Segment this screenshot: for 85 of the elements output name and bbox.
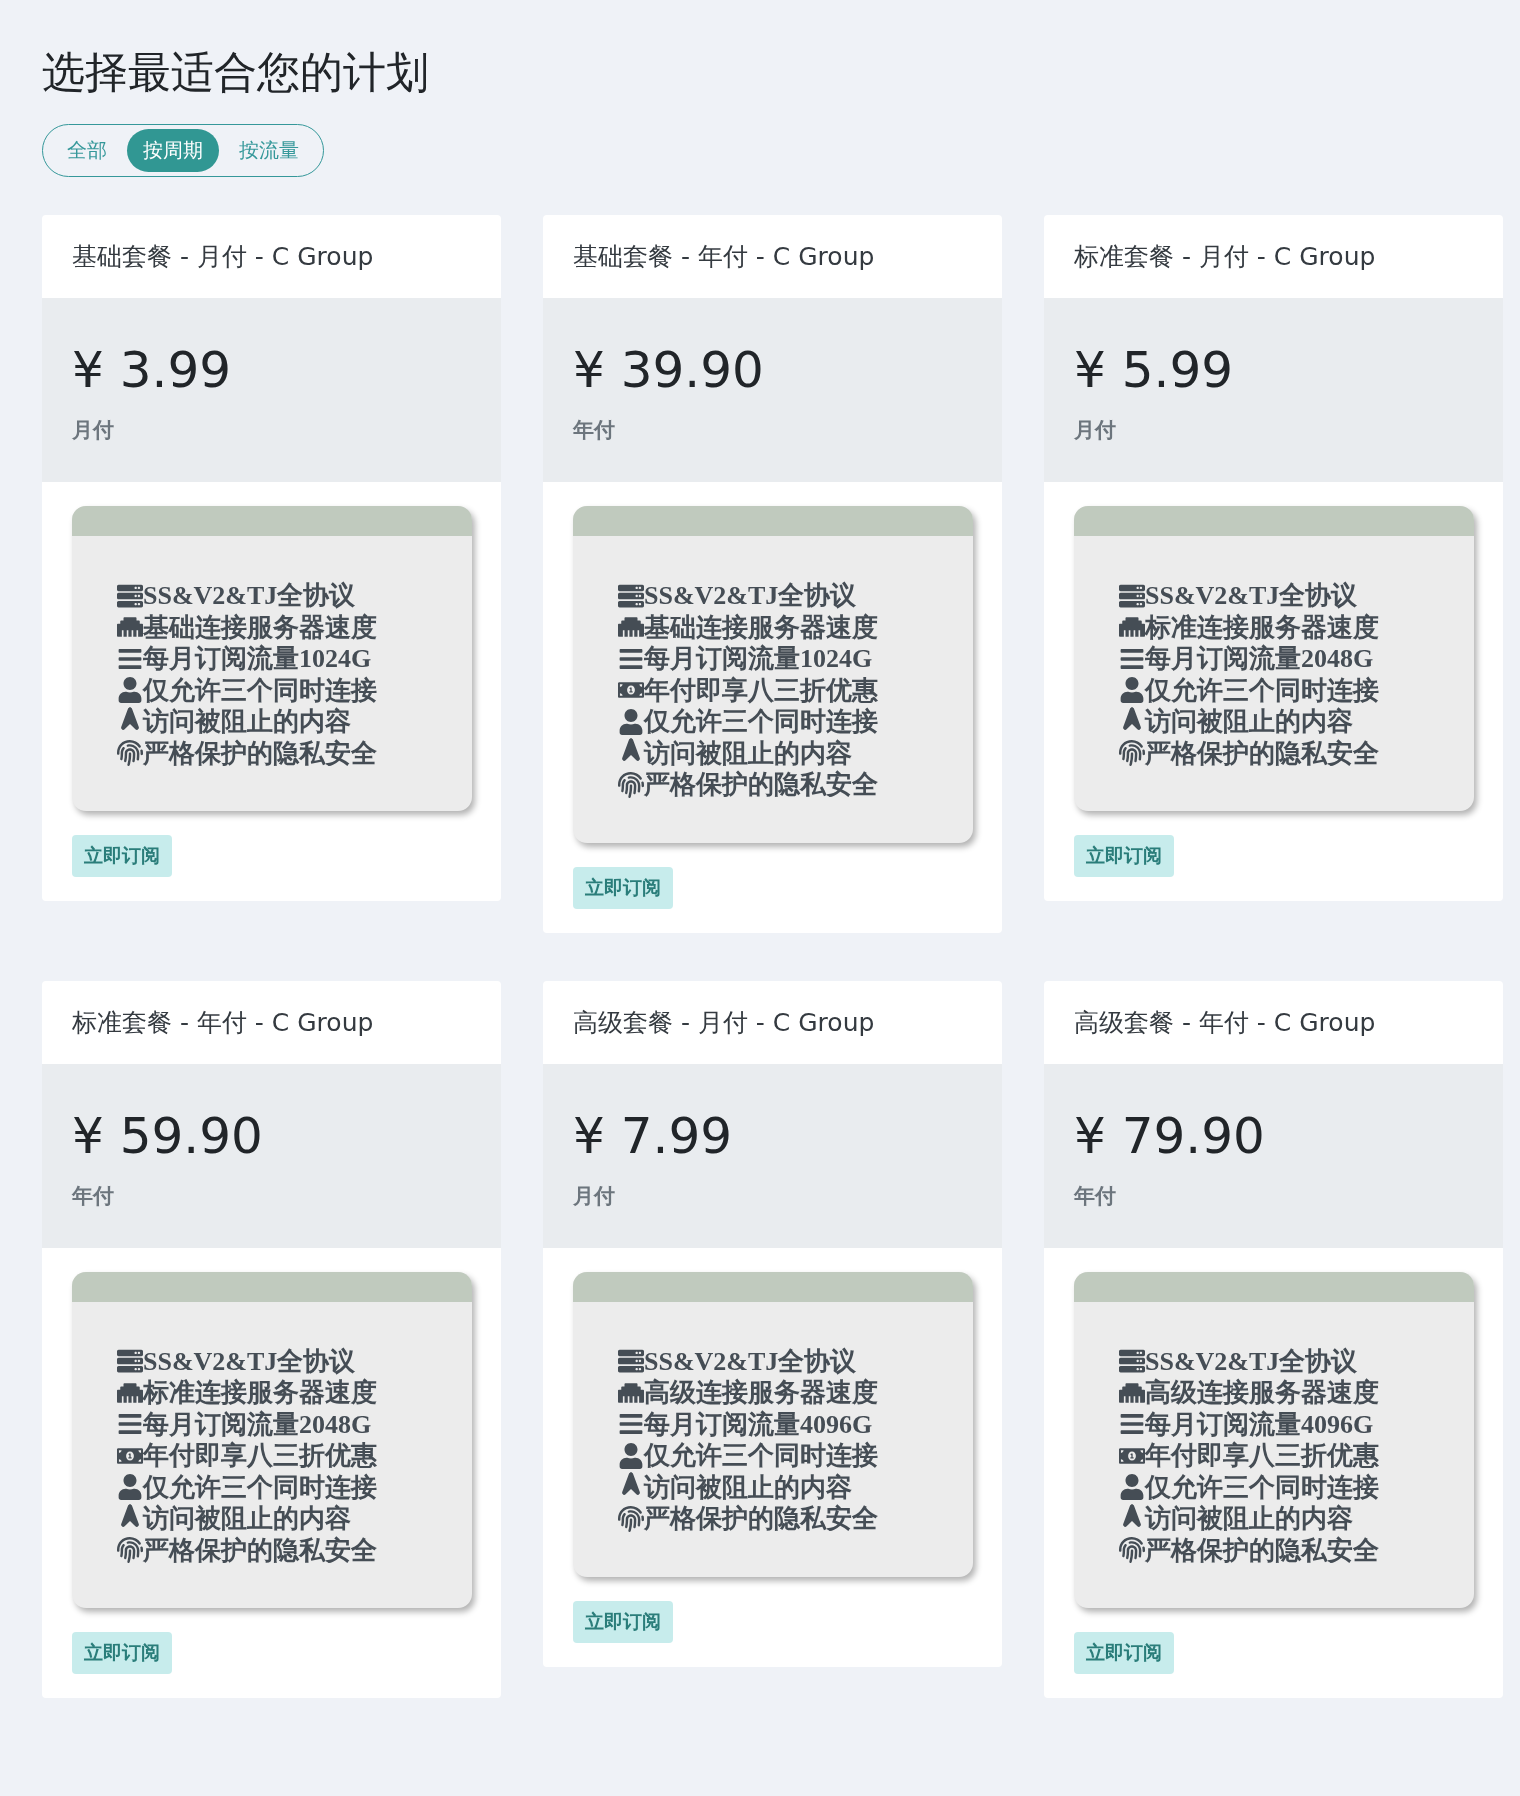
feature-text: 高级连接服务器速度 — [644, 1377, 878, 1409]
feature-text: 仅允许三个同时连接 — [1145, 1471, 1379, 1503]
billing-period: 月付 — [72, 417, 115, 444]
subscribe-button[interactable]: 立即订阅 — [1074, 1632, 1174, 1674]
feature-text: 年付即享八三折优惠 — [143, 1440, 377, 1472]
feature-text: SS&V2&TJ全协议 — [143, 1345, 356, 1377]
subscribe-button[interactable]: 立即订阅 — [72, 1632, 172, 1674]
plan-name: 基础套餐 - 年付 - C Group — [573, 241, 875, 273]
plan-price: ¥ 5.99 — [1074, 343, 1235, 398]
filter-tab[interactable]: 按周期 — [127, 129, 219, 172]
feature-text: SS&V2&TJ全协议 — [644, 1345, 857, 1377]
feature-text: 访问被阻止的内容 — [1145, 1503, 1353, 1535]
feature-text: 严格保护的隐私安全 — [644, 769, 878, 801]
plan-price: ¥ 7.99 — [573, 1108, 734, 1164]
fingerprint-icon — [1119, 1537, 1145, 1564]
filter-tab[interactable]: 全部 — [51, 129, 123, 172]
feature-text: 高级连接服务器速度 — [1145, 1377, 1379, 1409]
feature-text: 访问被阻止的内容 — [143, 706, 351, 738]
subscribe-button[interactable]: 立即订阅 — [573, 1600, 673, 1643]
feature-text: 标准连接服务器速度 — [143, 1377, 377, 1409]
feature-text: 每月订阅流量4096G — [644, 1408, 873, 1440]
plan-price: ¥ 59.90 — [72, 1108, 264, 1164]
server-icon — [618, 1348, 644, 1375]
server-icon — [117, 582, 143, 609]
billing-period: 年付 — [573, 417, 616, 444]
plan-price: ¥ 39.90 — [573, 343, 765, 398]
user-icon — [117, 1474, 143, 1501]
server-icon — [618, 582, 644, 609]
user-icon — [1119, 677, 1145, 704]
billing-period: 月付 — [573, 1182, 616, 1210]
plan-name: 标准套餐 - 年付 - C Group — [72, 1006, 374, 1039]
feature-text: 基础连接服务器速度 — [644, 611, 878, 643]
server-icon — [117, 1348, 143, 1375]
subscribe-button[interactable]: 立即订阅 — [573, 866, 673, 909]
billing-period: 年付 — [1074, 1182, 1117, 1210]
feature-text: 仅允许三个同时连接 — [1145, 674, 1379, 706]
feature-text: 访问被阻止的内容 — [143, 1503, 351, 1535]
fingerprint-icon — [618, 1505, 644, 1532]
server-icon — [1119, 582, 1145, 609]
plan-name: 基础套餐 - 月付 - C Group — [72, 241, 374, 273]
feature-text: SS&V2&TJ全协议 — [644, 580, 857, 612]
feature-text: 访问被阻止的内容 — [644, 737, 852, 769]
feature-text: SS&V2&TJ全协议 — [143, 580, 356, 612]
page-title: 选择最适合您的计划 — [42, 46, 430, 99]
billing-period: 年付 — [72, 1182, 115, 1210]
plan-name: 标准套餐 - 月付 - C Group — [1074, 241, 1376, 273]
billing-period: 月付 — [1074, 417, 1117, 444]
feature-text: 每月订阅流量2048G — [143, 1408, 372, 1440]
plan-name: 高级套餐 - 月付 - C Group — [573, 1006, 875, 1039]
user-icon — [618, 1442, 644, 1469]
feature-text: 访问被阻止的内容 — [644, 1471, 852, 1503]
feature-text: SS&V2&TJ全协议 — [1145, 580, 1358, 612]
feature-text: 年付即享八三折优惠 — [1145, 1440, 1379, 1472]
feature-text: 每月订阅流量4096G — [1145, 1408, 1374, 1440]
feature-text: 仅允许三个同时连接 — [143, 1471, 377, 1503]
fingerprint-icon — [117, 740, 143, 767]
fingerprint-icon — [618, 771, 644, 798]
feature-text: 每月订阅流量1024G — [143, 643, 372, 675]
feature-text: 严格保护的隐私安全 — [143, 737, 377, 769]
fingerprint-icon — [1119, 740, 1145, 767]
feature-text: 每月订阅流量1024G — [644, 643, 873, 675]
feature-text: 严格保护的隐私安全 — [1145, 1534, 1379, 1566]
feature-text: SS&V2&TJ全协议 — [1145, 1345, 1358, 1377]
feature-text: 严格保护的隐私安全 — [644, 1503, 878, 1535]
feature-text: 仅允许三个同时连接 — [143, 674, 377, 706]
subscribe-button[interactable]: 立即订阅 — [1074, 835, 1174, 877]
feature-text: 标准连接服务器速度 — [1145, 611, 1379, 643]
fingerprint-icon — [117, 1537, 143, 1564]
feature-text: 访问被阻止的内容 — [1145, 706, 1353, 738]
feature-text: 每月订阅流量2048G — [1145, 643, 1374, 675]
feature-text: 仅允许三个同时连接 — [644, 1440, 878, 1472]
user-icon — [1119, 1474, 1145, 1501]
plan-name: 高级套餐 - 年付 - C Group — [1074, 1006, 1376, 1039]
feature-text: 严格保护的隐私安全 — [1145, 737, 1379, 769]
filter-tab[interactable]: 按流量 — [223, 129, 315, 172]
subscribe-button[interactable]: 立即订阅 — [72, 835, 172, 877]
feature-text: 基础连接服务器速度 — [143, 611, 377, 643]
feature-text: 严格保护的隐私安全 — [143, 1534, 377, 1566]
feature-text: 年付即享八三折优惠 — [644, 674, 878, 706]
user-icon — [618, 708, 644, 735]
server-icon — [1119, 1348, 1145, 1375]
plan-price: ¥ 79.90 — [1074, 1108, 1266, 1164]
feature-text: 仅允许三个同时连接 — [644, 706, 878, 738]
user-icon — [117, 677, 143, 704]
plan-price: ¥ 3.99 — [72, 343, 233, 398]
